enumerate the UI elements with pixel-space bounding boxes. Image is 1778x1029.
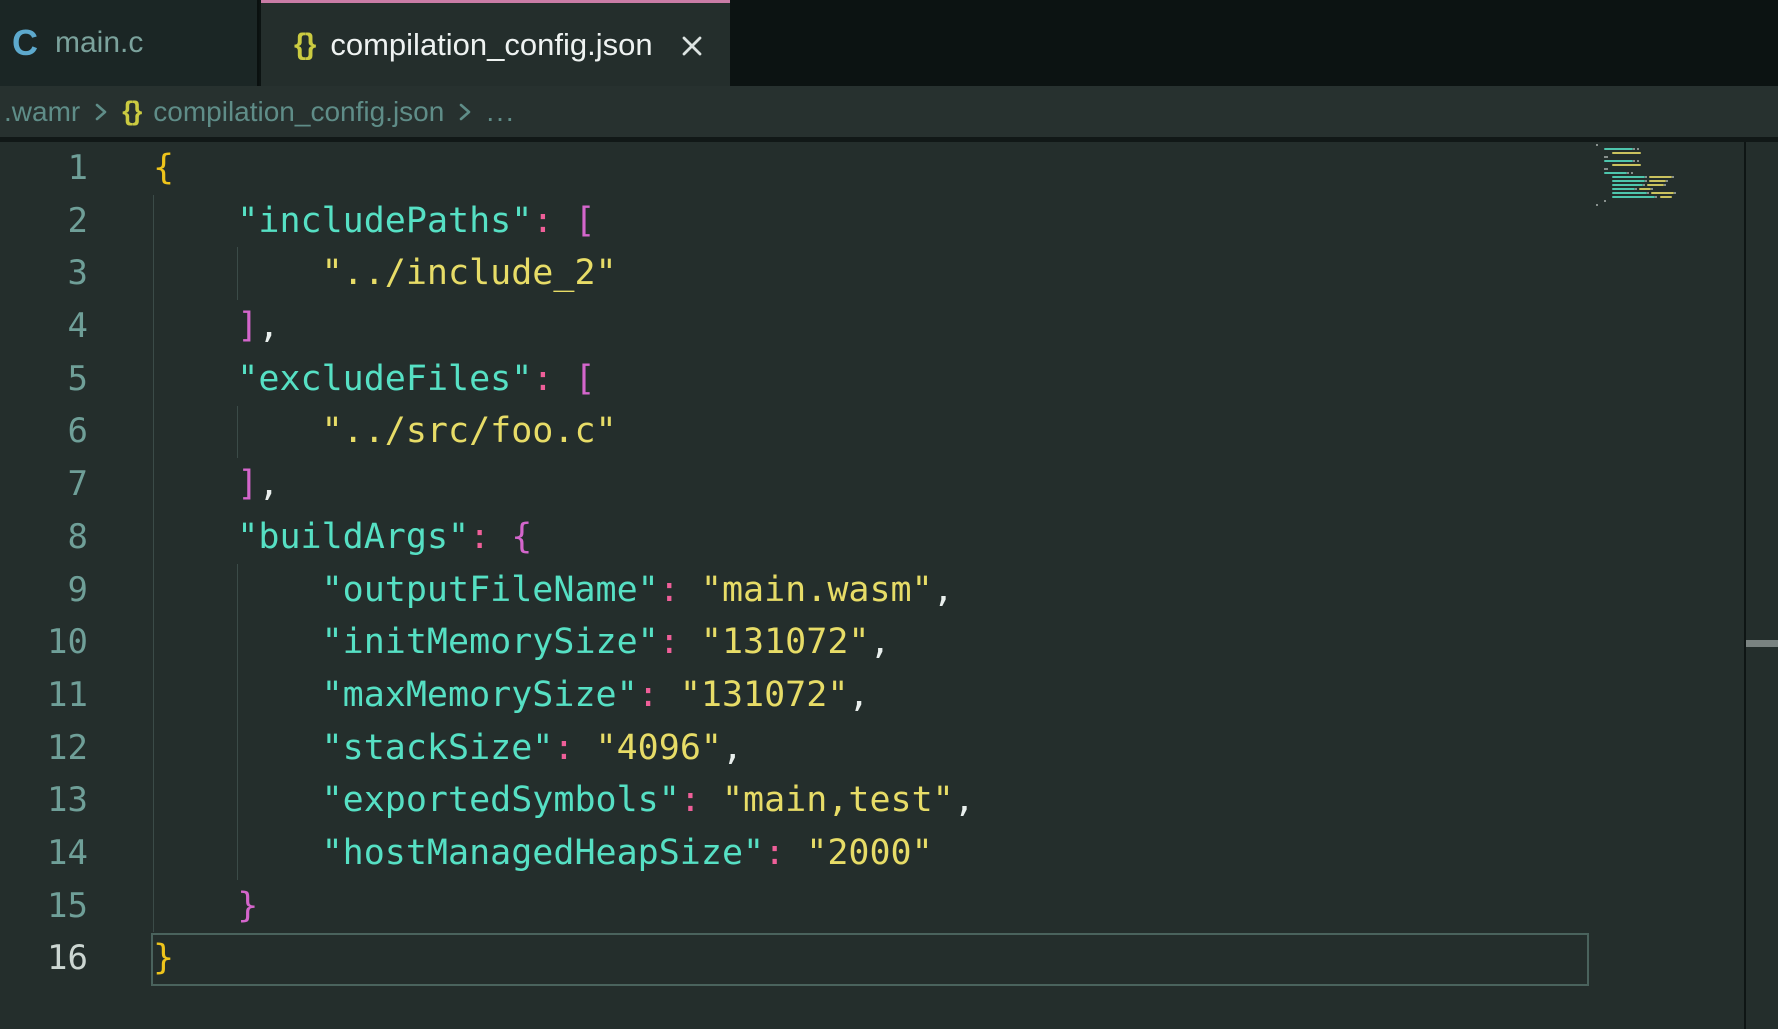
- minimap-line-segment: [1612, 188, 1635, 190]
- minimap-line-segment: [1633, 160, 1635, 162]
- line-number: 15: [0, 880, 88, 933]
- line-number: 1: [0, 142, 88, 195]
- code-line-9[interactable]: "outputFileName": "main.wasm",: [153, 564, 975, 617]
- minimap-line-segment: [1655, 196, 1657, 198]
- minimap-line-segment: [1612, 184, 1643, 186]
- minimap-line-segment: [1596, 144, 1598, 146]
- line-number: 2: [0, 195, 88, 248]
- minimap[interactable]: [1589, 142, 1744, 1029]
- chevron-right-icon: [454, 97, 476, 127]
- line-number: 10: [0, 616, 88, 669]
- breadcrumb-folder[interactable]: .wamr: [4, 96, 80, 128]
- c-file-icon: C: [12, 25, 38, 61]
- line-number: 7: [0, 458, 88, 511]
- line-number: 6: [0, 405, 88, 458]
- tab-compilation-config-json[interactable]: {} compilation_config.json: [261, 0, 730, 86]
- minimap-line-segment: [1643, 184, 1645, 186]
- close-icon[interactable]: [678, 32, 706, 60]
- code-editor: 12345678910111213141516 { "includePaths"…: [0, 142, 1778, 1029]
- code-line-11[interactable]: "maxMemorySize": "131072",: [153, 669, 975, 722]
- minimap-line-segment: [1612, 164, 1641, 166]
- code-line-13[interactable]: "exportedSymbols": "main,test",: [153, 774, 975, 827]
- minimap-line-segment: [1612, 180, 1645, 182]
- line-number: 3: [0, 247, 88, 300]
- line-number: 13: [0, 774, 88, 827]
- minimap-line-segment: [1604, 172, 1627, 174]
- minimap-line-segment: [1637, 148, 1639, 150]
- tab-bar: C main.c {} compilation_config.json: [0, 0, 1778, 86]
- minimap-line-segment: [1604, 160, 1633, 162]
- code-line-6[interactable]: "../src/foo.c": [153, 405, 975, 458]
- chevron-right-icon: [90, 97, 112, 127]
- code-line-10[interactable]: "initMemorySize": "131072",: [153, 616, 975, 669]
- minimap-line-segment: [1651, 192, 1674, 194]
- minimap-line-segment: [1649, 176, 1672, 178]
- code-line-2[interactable]: "includePaths": [: [153, 195, 975, 248]
- minimap-line-segment: [1664, 184, 1666, 186]
- breadcrumb-collapsed[interactable]: ...: [486, 96, 515, 128]
- line-number: 14: [0, 827, 88, 880]
- minimap-line-segment: [1612, 192, 1647, 194]
- minimap-line-segment: [1627, 172, 1629, 174]
- minimap-line-segment: [1604, 200, 1606, 202]
- code-line-14[interactable]: "hostManagedHeapSize": "2000": [153, 827, 975, 880]
- minimap-line-segment: [1649, 180, 1665, 182]
- code-line-4[interactable]: ],: [153, 300, 975, 353]
- code-content: { "includePaths": [ "../include_2" ], "e…: [153, 142, 975, 985]
- overview-ruler-cursor-decoration: [1746, 640, 1778, 647]
- minimap-line-segment: [1651, 188, 1653, 190]
- tab-label: compilation_config.json: [330, 27, 652, 63]
- minimap-line-segment: [1639, 188, 1651, 190]
- line-number: 12: [0, 722, 88, 775]
- tab-label: main.c: [55, 26, 143, 60]
- line-number: 4: [0, 300, 88, 353]
- minimap-line-segment: [1647, 192, 1649, 194]
- line-number: 11: [0, 669, 88, 722]
- minimap-line-segment: [1631, 172, 1633, 174]
- code-line-16[interactable]: }: [153, 932, 975, 985]
- minimap-line-segment: [1637, 160, 1639, 162]
- minimap-line-segment: [1633, 148, 1635, 150]
- tab-main-c[interactable]: C main.c: [0, 0, 259, 86]
- minimap-line-segment: [1635, 188, 1637, 190]
- line-number: 8: [0, 511, 88, 564]
- minimap-line-segment: [1674, 192, 1676, 194]
- minimap-line-segment: [1606, 156, 1608, 158]
- vertical-scrollbar[interactable]: [1746, 142, 1778, 1029]
- breadcrumb-file[interactable]: compilation_config.json: [153, 96, 444, 128]
- minimap-line-segment: [1645, 180, 1647, 182]
- minimap-line-segment: [1606, 168, 1608, 170]
- code-line-3[interactable]: "../include_2": [153, 247, 975, 300]
- code-line-1[interactable]: {: [153, 142, 975, 195]
- code-line-12[interactable]: "stackSize": "4096",: [153, 722, 975, 775]
- line-number: 16: [0, 932, 88, 985]
- code-line-7[interactable]: ],: [153, 458, 975, 511]
- code-line-8[interactable]: "buildArgs": {: [153, 511, 975, 564]
- line-number-gutter: 12345678910111213141516: [0, 142, 88, 985]
- minimap-line-segment: [1612, 176, 1645, 178]
- minimap-line-segment: [1604, 148, 1633, 150]
- code-line-15[interactable]: }: [153, 880, 975, 933]
- code-line-5[interactable]: "excludeFiles": [: [153, 353, 975, 406]
- json-braces-icon: {}: [294, 30, 315, 60]
- minimap-line-segment: [1645, 176, 1647, 178]
- minimap-line-segment: [1596, 204, 1598, 206]
- minimap-line-segment: [1666, 180, 1668, 182]
- minimap-line-segment: [1672, 176, 1674, 178]
- json-braces-icon: {}: [122, 96, 141, 127]
- minimap-line-segment: [1660, 196, 1672, 198]
- minimap-line-segment: [1647, 184, 1663, 186]
- line-number: 5: [0, 353, 88, 406]
- breadcrumb: .wamr {} compilation_config.json ...: [0, 86, 1778, 142]
- line-number: 9: [0, 564, 88, 617]
- minimap-line-segment: [1612, 152, 1641, 154]
- minimap-line-segment: [1612, 196, 1655, 198]
